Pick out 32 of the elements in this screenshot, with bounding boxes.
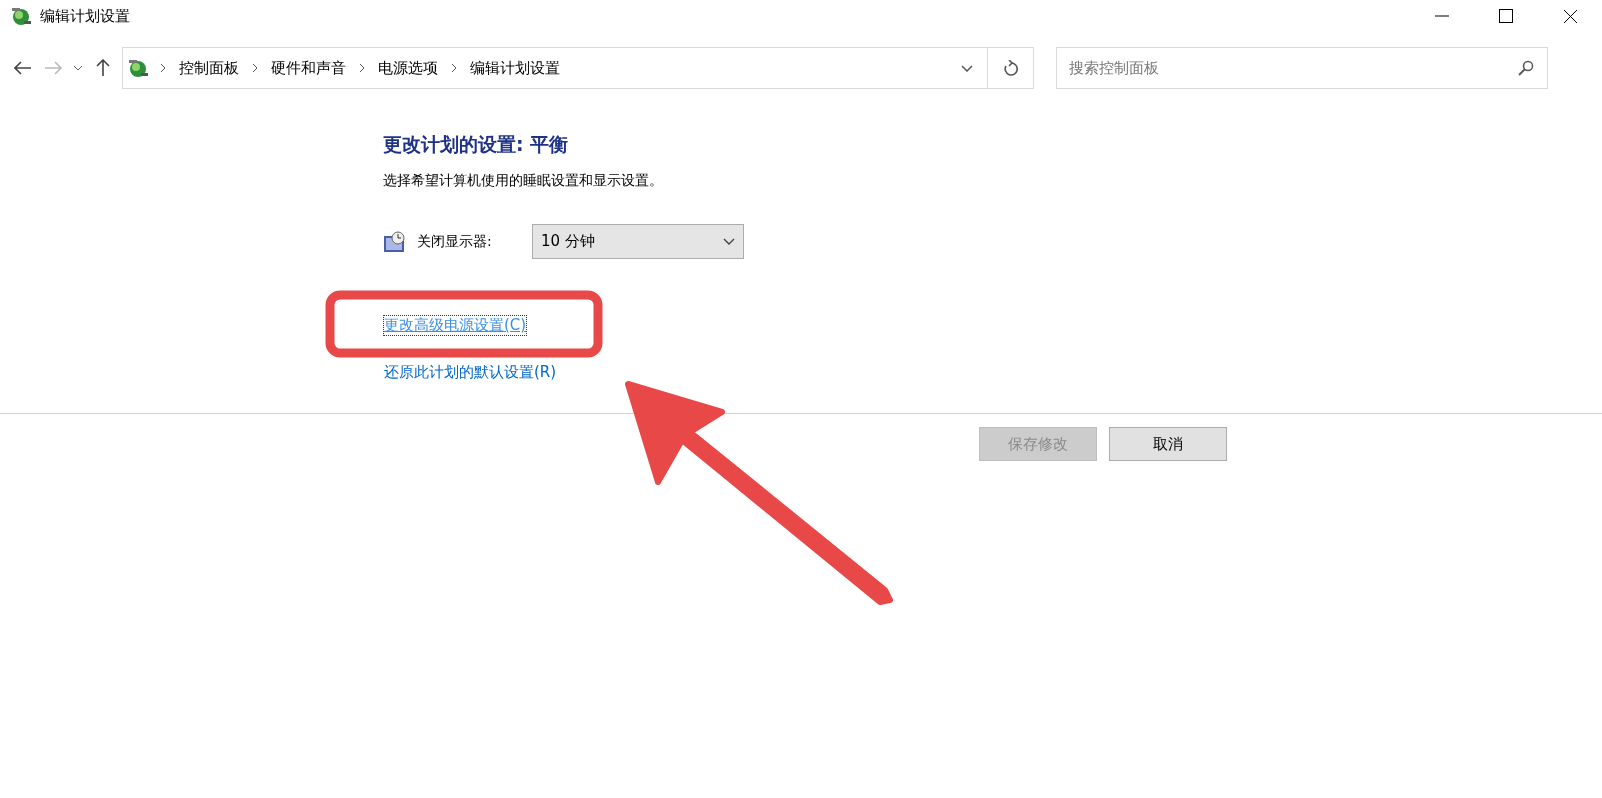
up-arrow-icon — [96, 59, 110, 77]
maximize-icon — [1499, 9, 1513, 23]
search-icon — [1518, 60, 1534, 76]
back-arrow-icon — [14, 61, 32, 75]
settings-link[interactable]: 更改高级电源设置(C) — [383, 315, 528, 336]
search-field[interactable]: 搜索控制面板 — [1056, 47, 1548, 89]
chevron-icon — [358, 63, 366, 73]
chevron-down-icon — [961, 64, 973, 72]
chevron-icon — [251, 63, 259, 73]
cancel-button[interactable]: 取消 — [1109, 427, 1227, 461]
settings-link[interactable]: 还原此计划的默认设置(R) — [383, 362, 558, 383]
address-bar[interactable]: 控制面板 硬件和声音 电源选项 编辑计划设置 — [122, 47, 1034, 89]
description-text: 选择希望计算机使用的睡眠设置和显示设置。 — [383, 172, 664, 190]
refresh-icon — [1003, 60, 1018, 76]
chevron-down-icon — [73, 65, 83, 71]
breadcrumb-item[interactable]: 硬件和声音 — [269, 58, 348, 78]
chevron-down-icon — [723, 238, 735, 245]
chevron-icon — [159, 63, 167, 73]
chevron-icon — [450, 63, 458, 73]
window-title: 编辑计划设置 — [40, 6, 130, 26]
setting-label: 关闭显示器: — [417, 232, 493, 251]
display-off-dropdown[interactable]: 10 分钟 — [532, 224, 744, 259]
minimize-icon — [1435, 15, 1449, 17]
control-panel-icon — [127, 57, 149, 79]
breadcrumb-item[interactable]: 控制面板 — [177, 58, 241, 78]
close-icon — [1562, 8, 1578, 24]
monitor-clock-icon — [383, 230, 407, 253]
breadcrumb-item[interactable]: 编辑计划设置 — [468, 58, 562, 78]
forward-arrow-icon — [44, 61, 62, 75]
app-icon — [10, 5, 32, 27]
breadcrumb-item[interactable]: 电源选项 — [376, 58, 440, 78]
page-heading: 更改计划的设置: 平衡 — [383, 132, 570, 157]
